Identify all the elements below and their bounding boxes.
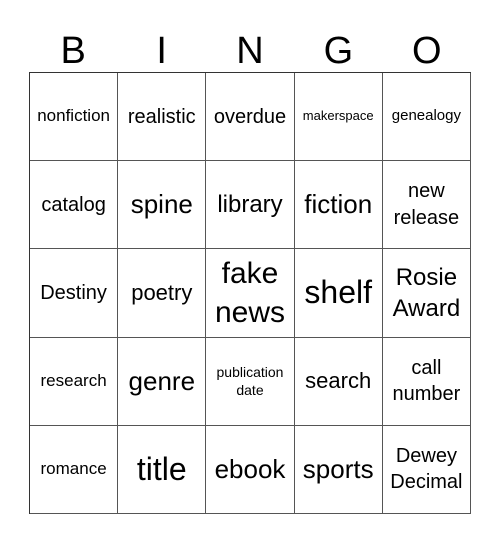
- bingo-cell[interactable]: fake news: [206, 249, 295, 338]
- bingo-cell[interactable]: sports: [294, 425, 383, 514]
- bingo-cell[interactable]: Dewey Decimal: [382, 425, 471, 514]
- bingo-cell[interactable]: library: [206, 161, 295, 250]
- bingo-cell[interactable]: ebook: [206, 425, 295, 514]
- bingo-cell[interactable]: makerspace: [294, 73, 383, 162]
- bingo-cell[interactable]: publication date: [206, 337, 295, 426]
- bingo-cell[interactable]: genealogy: [382, 73, 471, 162]
- bingo-cell[interactable]: poetry: [118, 249, 207, 338]
- bingo-cell[interactable]: Destiny: [30, 249, 119, 338]
- bingo-cell[interactable]: genre: [118, 337, 207, 426]
- bingo-cell[interactable]: new release: [382, 161, 471, 250]
- bingo-cell[interactable]: fiction: [294, 161, 383, 250]
- header-letter-i: I: [156, 30, 167, 72]
- bingo-cell[interactable]: research: [30, 337, 119, 426]
- bingo-cell[interactable]: title: [118, 425, 207, 514]
- bingo-header: B I N G O: [29, 30, 471, 72]
- header-letter-b: B: [60, 30, 86, 72]
- header-letter-n: N: [236, 30, 264, 72]
- bingo-cell[interactable]: catalog: [30, 161, 119, 250]
- bingo-cell[interactable]: spine: [118, 161, 207, 250]
- bingo-cell[interactable]: Rosie Award: [382, 249, 471, 338]
- header-letter-g: G: [323, 30, 354, 72]
- bingo-cell[interactable]: realistic: [118, 73, 207, 162]
- bingo-cell[interactable]: nonfiction: [30, 73, 119, 162]
- bingo-cell[interactable]: overdue: [206, 73, 295, 162]
- header-letter-o: O: [412, 30, 442, 72]
- bingo-cell[interactable]: romance: [30, 425, 119, 514]
- bingo-cell[interactable]: search: [294, 337, 383, 426]
- bingo-cell[interactable]: shelf: [294, 249, 383, 338]
- bingo-cell[interactable]: call number: [382, 337, 471, 426]
- bingo-grid: nonfiction realistic overdue makerspace …: [29, 72, 471, 514]
